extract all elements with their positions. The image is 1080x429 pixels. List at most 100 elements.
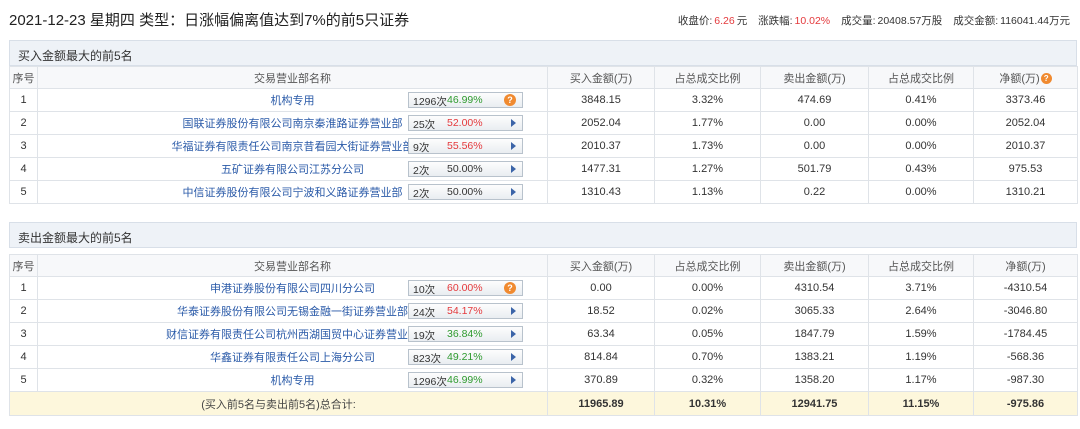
buy-ratio: 3.32% <box>654 88 761 112</box>
total-sell: 12941.75 <box>760 391 869 416</box>
buy-amount: 2052.04 <box>547 111 655 135</box>
branch-name-link[interactable]: 华福证券有限责任公司南京昔看园大街证券营业部 <box>172 141 414 153</box>
volume-label: 成交量: <box>841 15 876 27</box>
total-sell-ratio: 11.15% <box>868 391 974 416</box>
arrow-right-icon[interactable] <box>511 142 516 150</box>
row-index: 3 <box>9 134 38 158</box>
sell-ratio: 0.41% <box>868 88 974 112</box>
branch-cell: 机构专用 1296次 46.99% <box>37 368 548 392</box>
col-sell-ratio: 占总成交比例 <box>868 254 974 277</box>
branch-name-link[interactable]: 机构专用 <box>271 375 315 387</box>
help-icon[interactable]: ? <box>1040 72 1052 84</box>
branch-name-link[interactable]: 机构专用 <box>271 95 315 107</box>
row-index: 2 <box>9 111 38 135</box>
sell-section-title: 卖出金额最大的前5名 <box>18 231 133 245</box>
arrow-right-icon[interactable] <box>511 119 516 127</box>
trade-stats-button[interactable]: 25次 52.00% <box>408 115 523 131</box>
branch-name-link[interactable]: 中信证券股份有限公司宁波和义路证券营业部 <box>183 187 403 199</box>
col-buy-ratio: 占总成交比例 <box>654 66 761 89</box>
row-index: 4 <box>9 157 38 181</box>
table-row: 2 国联证券股份有限公司南京秦淮路证券营业部 25次 52.00% 2052.04 1.7… <box>9 111 1078 135</box>
buy-table: 序号 交易营业部名称 买入金额(万) 占总成交比例 卖出金额(万) 占总成交比例… <box>9 66 1078 204</box>
arrow-right-icon[interactable] <box>511 376 516 384</box>
branch-name-link[interactable]: 申港证券股份有限公司四川分公司 <box>210 283 375 295</box>
branch-cell: 五矿证券有限公司江苏分公司 2次 50.00% <box>37 157 548 181</box>
col-buy-amount: 买入金额(万) <box>547 254 655 277</box>
trade-count: 2次 <box>413 165 430 177</box>
buy-amount: 63.34 <box>547 322 655 346</box>
col-buy-amount: 买入金额(万) <box>547 66 655 89</box>
sell-section-header: 卖出金额最大的前5名 <box>9 222 1077 248</box>
col-net-amount: 净额(万) <box>973 254 1078 277</box>
sell-ratio: 0.43% <box>868 157 974 181</box>
trade-count: 19次 <box>413 330 436 342</box>
sell-amount: 474.69 <box>760 88 869 112</box>
trade-stats-button[interactable]: 2次 50.00% <box>408 161 523 177</box>
trade-stats-button[interactable]: 9次 55.56% <box>408 138 523 154</box>
row-index: 2 <box>9 299 38 323</box>
buy-amount: 18.52 <box>547 299 655 323</box>
branch-name-link[interactable]: 华鑫证券有限责任公司上海分公司 <box>210 352 375 364</box>
sell-ratio: 2.64% <box>868 299 974 323</box>
sell-ratio: 0.00% <box>868 180 974 204</box>
amount-value: 116041.44万元 <box>1000 15 1070 27</box>
trade-stats-button[interactable]: 19次 36.84% <box>408 326 523 342</box>
win-rate: 46.99% <box>447 94 483 106</box>
volume-value: 20408.57万股 <box>877 15 943 27</box>
sell-ratio: 0.00% <box>868 111 974 135</box>
table-row: 1 申港证券股份有限公司四川分公司 10次 60.00%? 0.00 0.00% 4310.… <box>9 276 1078 300</box>
trade-stats-button[interactable]: 24次 54.17% <box>408 303 523 319</box>
branch-name-link[interactable]: 华泰证券股份有限公司无锡金融一街证券营业部 <box>177 306 408 318</box>
stock-summary: 收盘价: 6.26 元 涨跌幅: 10.02% 成交量: 20408.57万股 成交金额… <box>676 13 1070 28</box>
arrow-right-icon[interactable] <box>511 165 516 173</box>
buy-ratio: 0.00% <box>654 276 761 300</box>
trade-count: 25次 <box>413 119 436 131</box>
branch-name-link[interactable]: 国联证券股份有限公司南京秦淮路证券营业部 <box>183 118 403 130</box>
arrow-right-icon[interactable] <box>511 188 516 196</box>
table-row: 4 华鑫证券有限责任公司上海分公司 823次 49.21% 814.84 0.70% 138… <box>9 345 1078 369</box>
arrow-right-icon[interactable] <box>511 353 516 361</box>
col-branch-name: 交易营业部名称 <box>37 254 548 277</box>
trade-count: 823次 <box>413 353 442 365</box>
sell-amount: 3065.33 <box>760 299 869 323</box>
col-index: 序号 <box>9 66 38 89</box>
arrow-right-icon[interactable] <box>511 307 516 315</box>
net-amount: -568.36 <box>973 345 1078 369</box>
row-index: 1 <box>9 88 38 112</box>
buy-ratio: 0.70% <box>654 345 761 369</box>
table-row: 5 机构专用 1296次 46.99% 370.89 0.32% 1358.20 1.17% -… <box>9 368 1078 392</box>
branch-cell: 国联证券股份有限公司南京秦淮路证券营业部 25次 52.00% <box>37 111 548 135</box>
sell-ratio: 3.71% <box>868 276 974 300</box>
arrow-right-icon[interactable] <box>511 330 516 338</box>
trade-count: 10次 <box>413 284 436 296</box>
trade-stats-button[interactable]: 1296次 46.99%? <box>408 92 523 108</box>
branch-cell: 申港证券股份有限公司四川分公司 10次 60.00%? <box>37 276 548 300</box>
buy-amount: 2010.37 <box>547 134 655 158</box>
net-amount: 1310.21 <box>973 180 1078 204</box>
row-index: 1 <box>9 276 38 300</box>
col-sell-amount: 卖出金额(万) <box>760 254 869 277</box>
col-sell-amount: 卖出金额(万) <box>760 66 869 89</box>
trade-stats-button[interactable]: 823次 49.21% <box>408 349 523 365</box>
net-amount: 2010.37 <box>973 134 1078 158</box>
branch-name-link[interactable]: 财信证券有限责任公司杭州西湖国贸中心证券营业部 <box>166 329 419 341</box>
trade-stats-button[interactable]: 1296次 46.99% <box>408 372 523 388</box>
buy-amount: 0.00 <box>547 276 655 300</box>
sell-ratio: 1.59% <box>868 322 974 346</box>
net-amount: -1784.45 <box>973 322 1078 346</box>
trade-stats-button[interactable]: 2次 50.00% <box>408 184 523 200</box>
buy-amount: 370.89 <box>547 368 655 392</box>
close-price-label: 收盘价: <box>677 15 713 27</box>
total-buy: 11965.89 <box>547 391 655 416</box>
question-icon[interactable]: ? <box>504 282 516 294</box>
branch-name-link[interactable]: 五矿证券有限公司江苏分公司 <box>221 164 364 176</box>
trade-stats-button[interactable]: 10次 60.00%? <box>408 280 523 296</box>
trade-count: 1296次 <box>413 376 447 388</box>
change-label: 涨跌幅: <box>758 15 793 27</box>
question-icon[interactable]: ? <box>504 94 516 106</box>
row-index: 3 <box>9 322 38 346</box>
buy-ratio: 1.27% <box>654 157 761 181</box>
buy-ratio: 1.73% <box>654 134 761 158</box>
branch-cell: 华鑫证券有限责任公司上海分公司 823次 49.21% <box>37 345 548 369</box>
branch-cell: 华泰证券股份有限公司无锡金融一街证券营业部 24次 54.17% <box>37 299 548 323</box>
